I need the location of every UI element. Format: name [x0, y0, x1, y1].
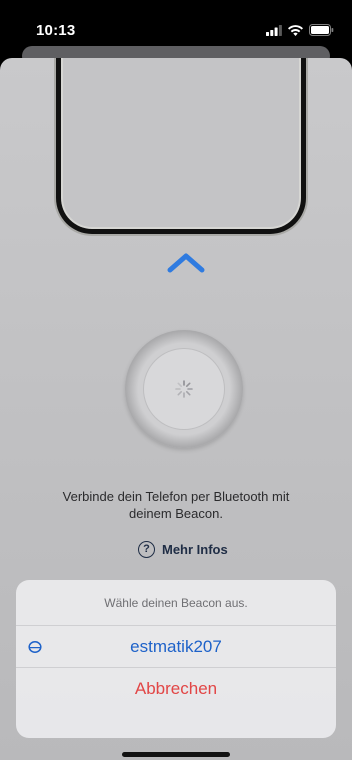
status-time: 10:13 — [36, 22, 76, 39]
action-sheet-title: Wähle deinen Beacon aus. — [16, 580, 336, 626]
spinner-icon — [175, 380, 193, 398]
phone-illustration — [56, 58, 306, 234]
home-indicator — [122, 752, 230, 757]
connect-description: Verbinde dein Telefon per Bluetooth mit … — [62, 489, 290, 521]
battery-icon — [309, 24, 334, 36]
beacon-option-estmatik207[interactable]: estmatik207 — [16, 626, 336, 668]
wifi-icon — [288, 24, 303, 36]
cancel-button[interactable]: Abbrechen — [16, 668, 336, 710]
beacon-option-label: estmatik207 — [130, 636, 222, 656]
more-info-link[interactable]: ? Mehr Infos — [138, 541, 228, 558]
status-icons — [266, 24, 334, 36]
chevron-up-icon — [167, 253, 205, 273]
beacon-device-icon — [28, 641, 42, 653]
more-info-label: Mehr Infos — [162, 542, 228, 557]
beacon-action-sheet: Wähle deinen Beacon aus. estmatik207 Abb… — [16, 580, 336, 738]
help-circle-icon: ? — [138, 541, 155, 558]
beacon-device — [125, 330, 243, 448]
signal-icon — [266, 24, 282, 36]
